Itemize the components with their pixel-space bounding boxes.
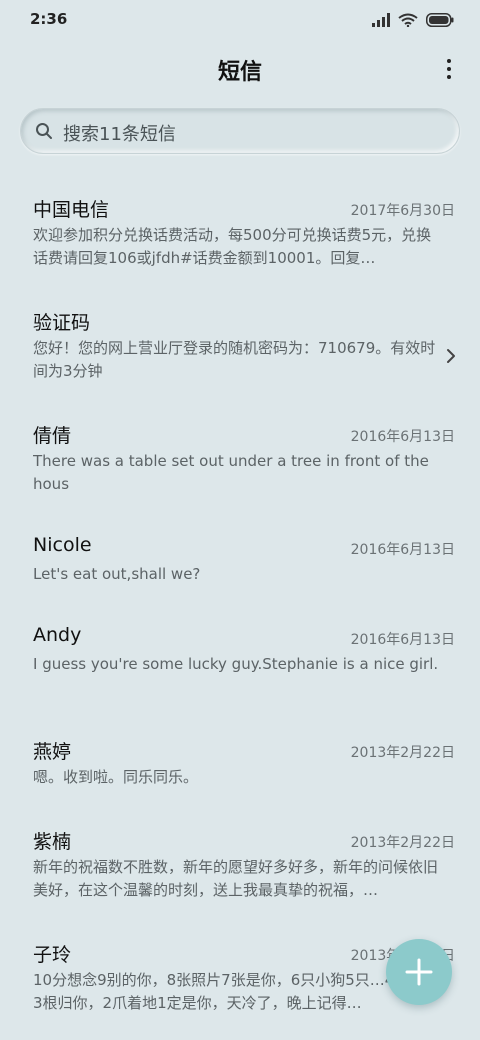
plus-icon [405, 958, 433, 986]
message-preview: 新年的祝福数不胜数，新年的愿望好多好多，新年的问候依旧美好，在这个温馨的时刻，送… [33, 858, 439, 899]
app-header: 短信 [0, 40, 480, 100]
message-date: 2017年6月30日 [350, 203, 455, 219]
message-item[interactable]: 燕婷 2013年2月22日 嗯。收到啦。同乐同乐。 [0, 717, 480, 807]
message-sender: 子玲 [33, 944, 72, 966]
signal-icon [372, 12, 390, 31]
message-date: 2016年6月13日 [350, 542, 455, 558]
status-icons [372, 12, 454, 31]
message-preview: 您好！您的网上营业厅登录的随机密码为：710679。有效时间为3分钟 [33, 339, 436, 380]
page-title: 短信 [217, 60, 262, 85]
search-placeholder: 搜索11条短信 [63, 124, 176, 145]
message-item[interactable]: 验证码 您好！您的网上营业厅登录的随机密码为：710679。有效时间为3分钟 [0, 288, 480, 401]
message-date: 2013年2月22日 [350, 835, 455, 851]
message-preview: There was a table set out under a tree i… [33, 452, 429, 493]
message-sender: 紫楠 [33, 831, 72, 853]
search-icon [35, 122, 53, 144]
battery-icon [426, 12, 454, 31]
message-preview: I guess you're some lucky guy.Stephanie … [33, 655, 439, 673]
message-preview: 嗯。收到啦。同乐同乐。 [33, 768, 199, 786]
message-sender: 倩倩 [33, 425, 72, 447]
message-sender: 燕婷 [33, 741, 72, 763]
new-message-button[interactable] [386, 939, 452, 1005]
wifi-icon [398, 12, 418, 31]
message-preview: Let's eat out,shall we? [33, 565, 201, 583]
message-item[interactable]: 倩倩 2016年6月13日 There was a table set out … [0, 401, 480, 514]
message-item[interactable]: Nicole 2016年6月13日 Let's eat out,shall we… [0, 514, 480, 604]
status-time: 2:36 [30, 10, 68, 28]
message-item[interactable]: Andy 2016年6月13日 I guess you're some luck… [0, 604, 480, 717]
chevron-right-icon [446, 348, 456, 368]
message-preview: 欢迎参加积分兑换话费活动，每500分可兑换话费5元，兑换话费请回复106或jfd… [33, 226, 432, 267]
message-date: 2016年6月13日 [350, 429, 455, 445]
message-list: 中国电信 2017年6月30日 欢迎参加积分兑换话费活动，每500分可兑换话费5… [0, 175, 480, 1033]
message-sender: 中国电信 [33, 199, 110, 221]
message-preview: 10分想念9别的你，8张照片7张是你，6只小狗5只…4根骨头3根归你，2爪着地1… [33, 971, 440, 1012]
status-bar: 2:36 [0, 0, 480, 40]
message-item[interactable]: 紫楠 2013年2月22日 新年的祝福数不胜数，新年的愿望好多好多，新年的问候依… [0, 807, 480, 920]
message-sender: 验证码 [33, 312, 91, 334]
message-date: 2016年6月13日 [350, 632, 455, 648]
message-sender: Andy [33, 624, 82, 646]
search-input[interactable]: 搜索11条短信 [20, 108, 460, 154]
message-date: 2013年2月22日 [350, 745, 455, 761]
message-item[interactable]: 中国电信 2017年6月30日 欢迎参加积分兑换话费活动，每500分可兑换话费5… [0, 175, 480, 288]
message-sender: Nicole [33, 534, 92, 556]
more-vertical-icon[interactable] [444, 56, 454, 82]
